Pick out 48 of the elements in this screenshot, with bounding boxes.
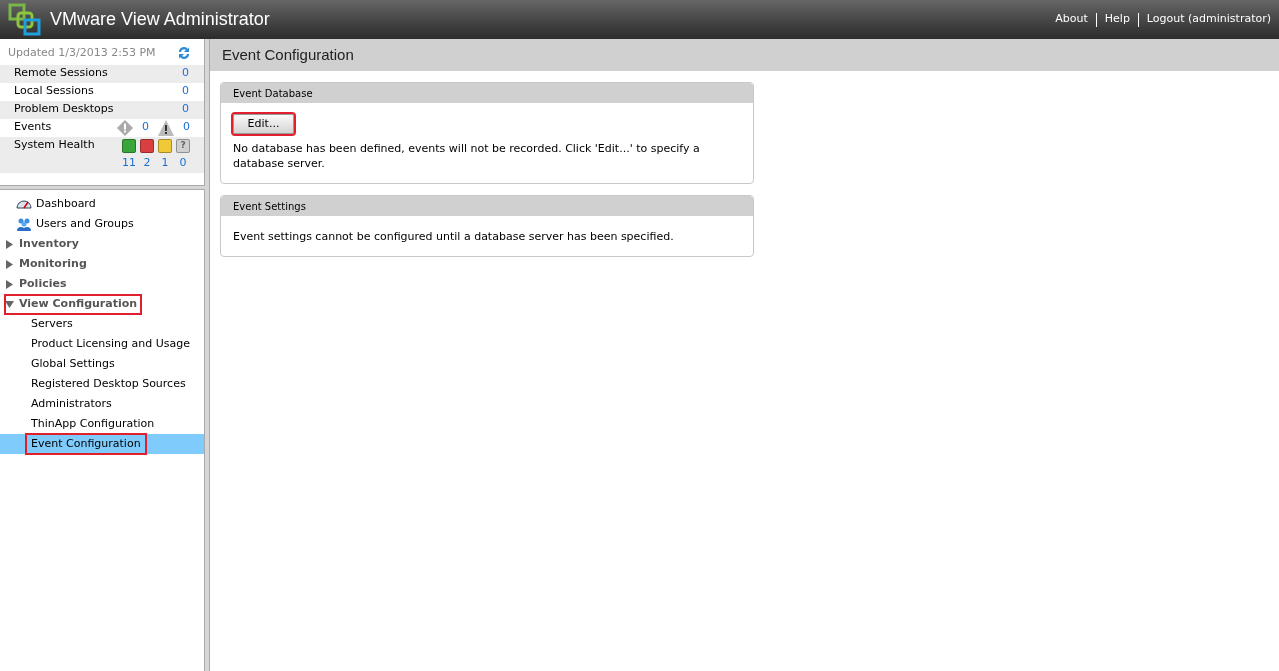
- updated-time: Updated 1/3/2013 2:53 PM: [8, 45, 156, 61]
- app-title: VMware View Administrator: [50, 8, 270, 31]
- summary-label: Remote Sessions: [14, 65, 108, 82]
- summary-label: Events: [14, 119, 52, 136]
- summary-count[interactable]: 0: [182, 65, 190, 82]
- nav-item[interactable]: Event Configuration: [26, 434, 146, 454]
- status-square: ?: [176, 138, 190, 153]
- warning-triangle-icon: [157, 118, 175, 137]
- health-count[interactable]: 11: [122, 155, 136, 172]
- nav-section[interactable]: Inventory: [5, 234, 83, 254]
- header-link[interactable]: About: [1055, 11, 1088, 28]
- health-count[interactable]: 0: [176, 155, 190, 172]
- nav-item[interactable]: Product Licensing and Usage: [26, 334, 195, 354]
- nav-section[interactable]: View Configuration: [5, 294, 142, 314]
- nav-item[interactable]: ThinApp Configuration: [26, 414, 160, 434]
- health-count[interactable]: 2: [140, 155, 154, 172]
- summary-label: System Health: [14, 137, 95, 154]
- panel-text: No database has been defined, events will not be recorded. Click 'Edit...' to specify a database server.: [233, 141, 701, 172]
- nav-link[interactable]: Dashboard: [35, 195, 97, 213]
- page-title: Event Configuration: [222, 44, 354, 65]
- nav-item[interactable]: Administrators: [26, 394, 117, 414]
- panel-title: Event Database: [233, 86, 313, 101]
- summary-label: Local Sessions: [14, 83, 94, 100]
- nav-section[interactable]: Monitoring: [5, 254, 91, 274]
- nav-link[interactable]: Users and Groups: [35, 215, 135, 233]
- refresh-icon[interactable]: [176, 45, 192, 62]
- section-label: View Configuration: [19, 295, 138, 312]
- logo-icon: [8, 2, 42, 37]
- header-link[interactable]: Logout (administrator): [1146, 11, 1271, 28]
- summary-count[interactable]: 0: [182, 83, 190, 100]
- users-icon: [16, 216, 32, 232]
- nav-item[interactable]: Servers: [26, 314, 78, 334]
- section-label: Inventory: [19, 235, 79, 252]
- section-label: Policies: [19, 275, 67, 292]
- health-count[interactable]: 1: [158, 155, 172, 172]
- collapse-triangle-icon[interactable]: [5, 299, 14, 309]
- edit-button[interactable]: Edit...: [233, 114, 294, 135]
- nav-item[interactable]: Global Settings: [26, 354, 120, 374]
- header-link[interactable]: Help: [1104, 11, 1130, 28]
- summary-label: Problem Desktops: [14, 101, 114, 118]
- nav-item[interactable]: Registered Desktop Sources: [26, 374, 191, 394]
- panel-text: Event settings cannot be configured until a database server has been specified.: [233, 229, 675, 245]
- event-count[interactable]: 0: [183, 119, 190, 136]
- panel-title: Event Settings: [233, 199, 306, 214]
- section-label: Monitoring: [19, 255, 87, 272]
- event-count[interactable]: 0: [142, 119, 149, 136]
- summary-count[interactable]: 0: [182, 101, 190, 118]
- nav-section[interactable]: Policies: [5, 274, 71, 294]
